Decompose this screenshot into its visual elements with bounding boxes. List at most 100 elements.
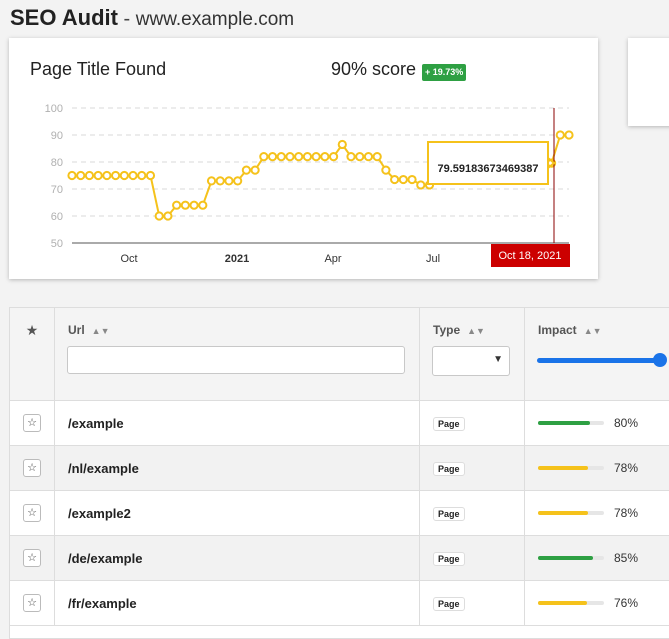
impact-bar-fill [538,466,588,470]
star-button[interactable]: ☆ [23,549,41,567]
impact-percent: 78% [614,461,638,475]
data-point [243,167,250,174]
data-point [234,177,241,184]
type-filter-select[interactable]: ▼ [432,346,510,376]
data-point [565,131,572,138]
score-chart[interactable]: 5060708090100Oct2021AprJulOct 18, 202179… [9,38,598,279]
table-row[interactable]: ☆ /nl/example Page 78% [10,446,669,491]
url-filter-input[interactable] [67,346,405,374]
impact-cell: 76% [525,581,669,626]
data-point [286,153,293,160]
type-badge: Page [433,462,465,476]
url-link[interactable]: /nl/example [68,461,139,476]
url-link[interactable]: /fr/example [68,596,137,611]
table-row[interactable]: ☆ /example2 Page78% [10,491,669,536]
data-point [121,172,128,179]
x-tick-label: Jul [426,253,440,265]
side-card [628,38,669,126]
data-point [199,202,206,209]
url-column-header: Url▲▼ [55,308,420,401]
data-point [68,172,75,179]
data-point [313,153,320,160]
impact-percent: 76% [614,596,638,610]
y-tick-label: 90 [51,130,63,142]
data-point [164,212,171,219]
url-header-label[interactable]: Url▲▼ [55,308,419,337]
star-outline-icon: ☆ [27,507,37,519]
type-badge: Page [433,597,465,611]
data-point [347,153,354,160]
url-cell[interactable]: /nl/example [55,446,420,491]
data-point [217,177,224,184]
url-cell[interactable]: /example2 [55,491,420,536]
data-point [208,177,215,184]
table-row[interactable]: ☆/examplePage80% [10,401,669,446]
title-separator: - [118,8,136,30]
y-tick-label: 80 [51,157,63,169]
star-button[interactable]: ☆ [23,594,41,612]
type-badge: Page [433,417,465,431]
data-point [382,167,389,174]
data-point [190,202,197,209]
impact-cell: 78% [525,491,669,536]
table-row[interactable]: ☆ /fr/example Page 76% [10,581,669,626]
app-title: SEO Audit [10,5,118,30]
metric-card: Page Title Found 90% score + 19.73% 5060… [9,38,598,279]
data-point [138,172,145,179]
impact-header-label[interactable]: Impact▲▼ [525,308,669,337]
data-point [365,153,372,160]
impact-column-header: Impact▲▼ [525,308,669,401]
star-outline-icon: ☆ [27,462,37,474]
impact-bar [538,421,604,425]
type-cell: Page [420,581,525,626]
url-link[interactable]: /example [68,416,124,431]
data-point [129,172,136,179]
data-point [374,153,381,160]
impact-bar [538,601,604,605]
star-icon: ★ [26,322,39,338]
data-point [321,153,328,160]
url-cell[interactable]: /fr/example [55,581,420,626]
x-tick-label: 2021 [225,253,249,265]
results-table: ★ Url▲▼ Type▲▼ ▼ Impact▲▼ ☆/examplePage8… [9,307,669,639]
type-cell: Page [420,401,525,446]
impact-bar-fill [538,556,593,560]
type-header-label[interactable]: Type▲▼ [420,308,524,337]
star-button[interactable]: ☆ [23,414,41,432]
tooltip-value: 79.59183673469387 [438,163,539,175]
data-point [408,176,415,183]
type-column-header: Type▲▼ ▼ [420,308,525,401]
star-column-header[interactable]: ★ [10,308,55,401]
data-point [112,172,119,179]
table-row[interactable]: ☆ /de/example Page 85% [10,536,669,581]
impact-bar-fill [538,511,588,515]
data-point [95,172,102,179]
cursor-date-label: Oct 18, 2021 [499,250,562,262]
type-badge: Page [433,552,465,566]
url-link[interactable]: /de/example [68,551,142,566]
data-point [77,172,84,179]
url-link[interactable]: /example2 [68,506,131,521]
data-point [339,141,346,148]
sort-icon[interactable]: ▲▼ [92,326,110,336]
slider-thumb[interactable] [653,353,667,367]
data-point [356,153,363,160]
chevron-down-icon: ▼ [493,354,503,365]
type-cell: Page [420,536,525,581]
sort-icon[interactable]: ▲▼ [467,326,485,336]
data-point [252,167,259,174]
impact-bar [538,556,604,560]
star-button[interactable]: ☆ [23,504,41,522]
url-cell[interactable]: /example [55,401,420,446]
x-tick-label: Apr [324,253,341,265]
sort-icon[interactable]: ▲▼ [584,326,602,336]
impact-range-slider[interactable] [537,353,661,367]
y-tick-label: 50 [51,238,63,250]
y-tick-label: 70 [51,184,63,196]
star-button[interactable]: ☆ [23,459,41,477]
data-point [173,202,180,209]
impact-cell: 85% [525,536,669,581]
url-cell[interactable]: /de/example [55,536,420,581]
type-cell: Page [420,491,525,536]
star-cell: ☆ [10,401,55,446]
